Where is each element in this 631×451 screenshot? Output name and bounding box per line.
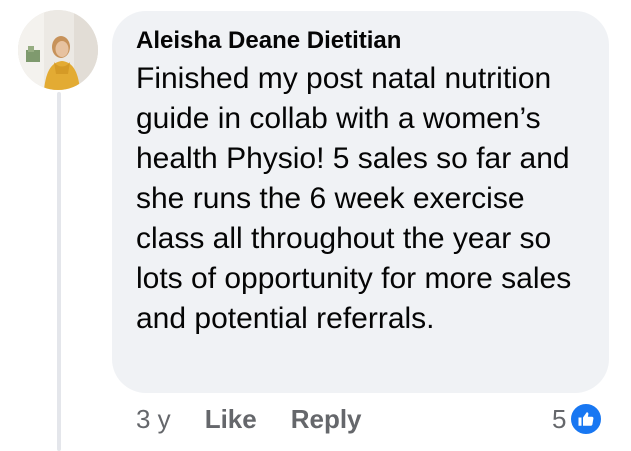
comment-actions: 3 y Like Reply	[136, 402, 396, 436]
comment-text: Finished my post natal nutrition guide i…	[136, 62, 572, 335]
like-button[interactable]: Like	[205, 402, 257, 436]
reply-thread-line	[57, 92, 61, 451]
avatar[interactable]	[18, 10, 98, 90]
reply-button[interactable]: Reply	[291, 402, 362, 436]
comment-bubble: Aleisha Deane Dietitian Finished my post…	[112, 11, 609, 393]
reaction-summary[interactable]: 5	[552, 402, 604, 436]
reaction-count: 5	[552, 404, 567, 434]
comment-timestamp[interactable]: 3 y	[136, 402, 171, 436]
comment-author[interactable]: Aleisha Deane Dietitian	[136, 25, 587, 57]
profile-photo	[18, 10, 98, 90]
thumbs-up-icon	[569, 402, 604, 436]
